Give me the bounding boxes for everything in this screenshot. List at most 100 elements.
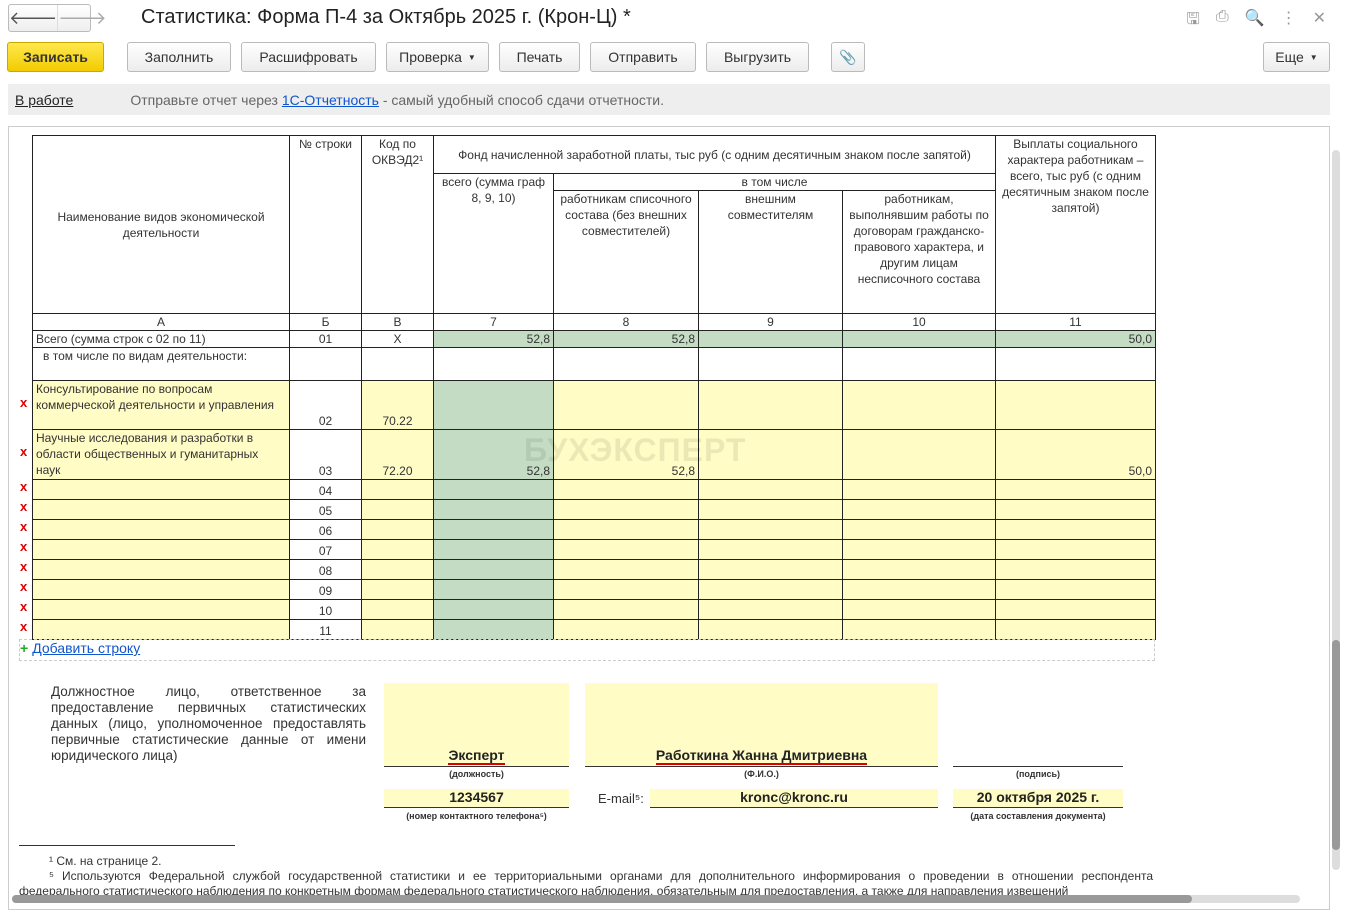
row-c11[interactable]: [995, 479, 1156, 500]
row-name[interactable]: Научные исследования и разработки в обла…: [32, 429, 290, 480]
row-c10[interactable]: [842, 479, 996, 500]
row-c8[interactable]: [553, 559, 699, 580]
row-name[interactable]: [32, 519, 290, 540]
row-c9[interactable]: [698, 559, 843, 580]
send-button[interactable]: Отправить: [590, 42, 696, 72]
vertical-scrollbar[interactable]: [1332, 150, 1340, 870]
delete-row-icon[interactable]: x: [20, 579, 27, 594]
row-c11[interactable]: 50,0: [995, 429, 1156, 480]
row-code[interactable]: 72.20: [361, 429, 434, 480]
row-c7: [433, 619, 554, 640]
row-c10[interactable]: [842, 519, 996, 540]
check-dropdown-button[interactable]: Проверка ▼: [386, 42, 489, 72]
preview-icon[interactable]: 🔍: [1245, 8, 1265, 35]
delete-row-icon[interactable]: x: [20, 539, 27, 554]
row-c10[interactable]: [842, 619, 996, 640]
row-c11[interactable]: [995, 519, 1156, 540]
row-code[interactable]: 70.22: [361, 380, 434, 430]
delete-row-icon[interactable]: x: [20, 599, 27, 614]
row-c11[interactable]: [995, 559, 1156, 580]
back-arrow-icon[interactable]: 🡐: [9, 5, 57, 31]
row-c9[interactable]: [698, 539, 843, 560]
row-c8[interactable]: [553, 539, 699, 560]
row-c11[interactable]: [995, 539, 1156, 560]
export-button[interactable]: Выгрузить: [706, 42, 809, 72]
scroll-thumb-h[interactable]: [12, 895, 1192, 903]
status-link[interactable]: В работе: [15, 92, 73, 108]
row-code[interactable]: [361, 559, 434, 580]
row-c8[interactable]: [553, 579, 699, 600]
position-field[interactable]: Эксперт: [384, 683, 569, 767]
fio-field[interactable]: Работкина Жанна Дмитриевна: [585, 683, 938, 767]
attach-button[interactable]: 📎: [831, 42, 865, 72]
close-icon[interactable]: ✕: [1313, 8, 1326, 35]
row-code[interactable]: [361, 499, 434, 520]
row-c10[interactable]: [842, 579, 996, 600]
row-code[interactable]: [361, 519, 434, 540]
row-c9[interactable]: [698, 499, 843, 520]
row-c9[interactable]: [698, 519, 843, 540]
row-name[interactable]: [32, 539, 290, 560]
row-c9[interactable]: [698, 429, 843, 480]
row-c11[interactable]: [995, 619, 1156, 640]
add-row-link[interactable]: Добавить строку: [32, 640, 140, 656]
save-button[interactable]: Записать: [7, 42, 104, 72]
row-code[interactable]: [361, 579, 434, 600]
row-c10[interactable]: [842, 559, 996, 580]
more-menu-icon[interactable]: ⋮: [1281, 8, 1297, 35]
row-name[interactable]: [32, 599, 290, 620]
row-name[interactable]: [32, 499, 290, 520]
row-c10[interactable]: [842, 380, 996, 430]
row-c8[interactable]: 52,8: [553, 429, 699, 480]
row-c11[interactable]: [995, 499, 1156, 520]
row-c8[interactable]: [553, 519, 699, 540]
row-c8[interactable]: [553, 499, 699, 520]
more-button[interactable]: Еще ▼: [1263, 42, 1330, 72]
forward-arrow-icon[interactable]: 🡒: [57, 5, 107, 31]
print-icon[interactable]: ⎙: [1216, 8, 1229, 35]
print-button[interactable]: Печать: [499, 42, 580, 72]
delete-row-icon[interactable]: x: [20, 559, 27, 574]
email-label: E-mail⁵:: [598, 791, 644, 806]
email-field[interactable]: kronc@kronc.ru: [650, 789, 938, 808]
row-c8[interactable]: [553, 599, 699, 620]
row-name[interactable]: [32, 619, 290, 640]
row-c11[interactable]: [995, 579, 1156, 600]
fill-button[interactable]: Заполнить: [127, 42, 231, 72]
delete-row-icon[interactable]: x: [20, 479, 27, 494]
row-name[interactable]: Консультирование по вопросам коммерческо…: [32, 380, 290, 430]
delete-row-icon[interactable]: x: [20, 395, 27, 410]
delete-row-icon[interactable]: x: [20, 519, 27, 534]
row-c9[interactable]: [698, 599, 843, 620]
row-c10[interactable]: [842, 599, 996, 620]
row-code[interactable]: [361, 539, 434, 560]
row-c10[interactable]: [842, 499, 996, 520]
row-code[interactable]: [361, 479, 434, 500]
delete-row-icon[interactable]: x: [20, 444, 27, 459]
row-c11[interactable]: [995, 380, 1156, 430]
row-c9[interactable]: [698, 619, 843, 640]
date-field[interactable]: 20 октября 2025 г.: [953, 789, 1123, 808]
row-name[interactable]: [32, 479, 290, 500]
row-code[interactable]: [361, 619, 434, 640]
phone-field[interactable]: 1234567: [384, 789, 569, 808]
row-code[interactable]: [361, 599, 434, 620]
row-c9[interactable]: [698, 579, 843, 600]
save-disk-icon[interactable]: 🖫: [1186, 8, 1200, 35]
row-c9[interactable]: [698, 479, 843, 500]
delete-row-icon[interactable]: x: [20, 619, 27, 634]
row-name[interactable]: [32, 579, 290, 600]
row-c10[interactable]: [842, 539, 996, 560]
1c-reporting-link[interactable]: 1С-Отчетность: [282, 92, 379, 108]
row-c8[interactable]: [553, 619, 699, 640]
horizontal-scrollbar[interactable]: [12, 895, 1300, 903]
row-c8[interactable]: [553, 380, 699, 430]
row-c10[interactable]: [842, 429, 996, 480]
row-c9[interactable]: [698, 380, 843, 430]
delete-row-icon[interactable]: x: [20, 499, 27, 514]
row-c11[interactable]: [995, 599, 1156, 620]
row-name[interactable]: [32, 559, 290, 580]
row-c8[interactable]: [553, 479, 699, 500]
decode-button[interactable]: Расшифровать: [241, 42, 376, 72]
scroll-thumb[interactable]: [1332, 640, 1340, 850]
